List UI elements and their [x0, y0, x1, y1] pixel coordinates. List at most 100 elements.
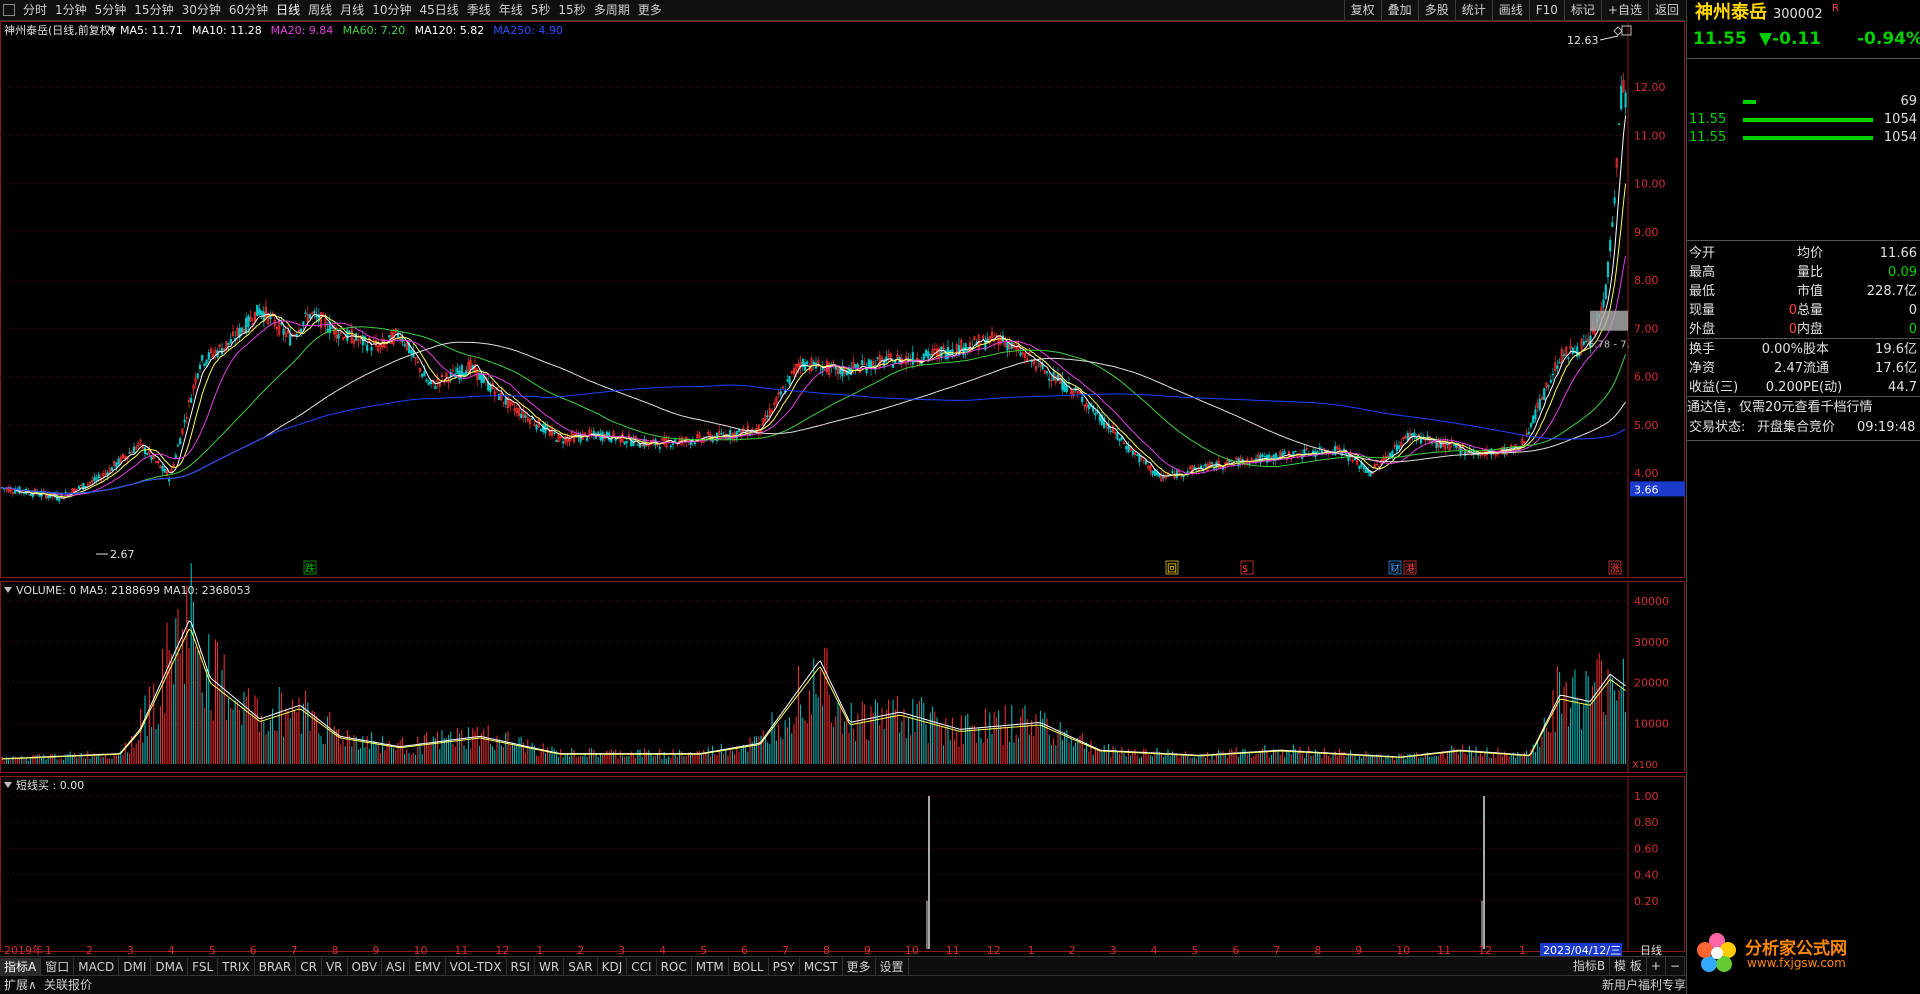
period-tab[interactable]: 45日线 [415, 0, 462, 20]
toolbar-button[interactable]: 标记 [1563, 0, 1601, 20]
stat-label: 量比 [1797, 265, 1824, 280]
indicator-tab[interactable]: CR [296, 957, 322, 976]
indicator-tab[interactable]: VR [322, 957, 348, 976]
indicator-tab[interactable]: MACD [74, 957, 120, 976]
x-axis-label: 2019年 [4, 943, 43, 956]
new-user-promo-link[interactable]: 新用户福利专享 [1602, 976, 1686, 994]
indicator-tab[interactable]: VOL-TDX [446, 957, 507, 976]
indicator-legend: 短线买 : 0.00 [16, 778, 84, 792]
period-tab[interactable]: 60分钟 [225, 0, 272, 20]
period-tab[interactable]: 5分钟 [91, 0, 131, 20]
pane-frame [0, 776, 1685, 952]
chart-labels: 12.0011.0010.009.008.007.006.005.004.00神… [4, 23, 1685, 957]
x-axis-label: 1 [536, 944, 543, 956]
indicator-tab[interactable]: 设置 [876, 957, 909, 976]
event-marker[interactable]: 跌 [305, 562, 315, 575]
window-menu-icon[interactable] [3, 4, 15, 16]
period-tab[interactable]: 多周期 [590, 0, 634, 20]
indicator-tab[interactable]: RSI [507, 957, 536, 976]
period-tab[interactable]: 10分钟 [368, 0, 415, 20]
stat-row: 净资 2.47 流通 17.6亿 [1687, 359, 1920, 378]
candle-body [1041, 363, 1044, 370]
candle-body [1584, 340, 1588, 343]
diamond-icon[interactable] [1613, 26, 1623, 36]
indicator-tab[interactable]: 窗口 [41, 957, 75, 976]
toolbar-button[interactable]: 统计 [1454, 0, 1492, 20]
toolbar-button[interactable]: 叠加 [1380, 0, 1418, 20]
indicator-tab[interactable]: OBV [348, 957, 383, 976]
indicator-tabs: 指标A 窗口 MACD DMI DMA FSL TRIX BRAR CR VR OBV ASI EMV V… [0, 956, 1685, 976]
toolbar-button[interactable]: 多股 [1417, 0, 1455, 20]
candle-body [95, 477, 98, 480]
indicator-tab[interactable]: MTM [692, 957, 729, 976]
toolbar-button[interactable]: F10 [1528, 0, 1564, 20]
period-tab[interactable]: 1分钟 [51, 0, 91, 20]
period-tab[interactable]: 更多 [634, 0, 666, 20]
template-tab[interactable]: − [1666, 957, 1685, 975]
indicator-tab[interactable]: PSY [769, 957, 800, 976]
indicator-tab[interactable]: BOLL [729, 957, 769, 976]
toolbar-button[interactable]: 画线 [1491, 0, 1529, 20]
legend-toggle-icon[interactable] [4, 587, 12, 593]
indicator-tab[interactable]: DMA [151, 957, 189, 976]
expand-button[interactable]: 扩展∧ [4, 976, 37, 994]
period-tab[interactable]: 月线 [336, 0, 368, 20]
order-row: 11.55 1054 [1687, 110, 1920, 129]
template-tab[interactable]: + [1647, 957, 1666, 975]
price-axis-tick: 12.00 [1634, 81, 1666, 94]
window-icon[interactable] [1621, 25, 1632, 36]
candle-body [504, 397, 507, 405]
indicator-tab[interactable]: KDJ [598, 957, 628, 976]
candle-body [876, 357, 879, 359]
toolbar-button[interactable]: 复权 [1343, 0, 1381, 20]
indicator-tab[interactable]: FSL [188, 957, 219, 976]
indicator-tab[interactable]: 指标A [0, 957, 42, 976]
period-tab[interactable]: 30分钟 [178, 0, 225, 20]
promo-text[interactable]: 通达信，仅需20元查看千档行情 [1687, 398, 1920, 417]
event-marker[interactable]: 财 [1390, 562, 1400, 575]
period-tab[interactable]: 分时 [19, 0, 51, 20]
indicator-tab[interactable]: WR [535, 957, 565, 976]
template-tab[interactable]: 指标B [1569, 957, 1611, 975]
period-tab[interactable]: 年线 [495, 0, 527, 20]
indicator-tab[interactable]: SAR [564, 957, 598, 976]
indicator-tab[interactable]: EMV [410, 957, 446, 976]
period-tab[interactable]: 15秒 [554, 0, 589, 20]
x-axis-label: 12 [987, 944, 1001, 956]
indicator-tab[interactable]: CCI [627, 957, 657, 976]
kline-chart[interactable]: 12.0011.0010.009.008.007.006.005.004.00神… [0, 21, 1685, 957]
period-tab[interactable]: 5秒 [527, 0, 555, 20]
event-marker[interactable]: 涨 [1610, 563, 1620, 575]
indicator-tab[interactable]: ROC [657, 957, 692, 976]
indicator-axis-tick: 0.60 [1634, 842, 1659, 855]
indicator-tab[interactable]: ASI [382, 957, 411, 976]
event-marker[interactable]: $ [1242, 564, 1248, 575]
candle-body [410, 349, 413, 354]
period-tab[interactable]: 15分钟 [130, 0, 177, 20]
legend-toggle-icon[interactable] [4, 782, 12, 788]
period-tab[interactable]: 日线 [272, 0, 304, 20]
toolbar-button[interactable]: +自选 [1600, 0, 1648, 20]
candle-body [132, 446, 136, 454]
template-tab[interactable]: 模 板 [1610, 957, 1647, 975]
chart-area[interactable]: 12.00 11.00 10.00 9.00 8.00 7.00 6.00 5.00 4.00 神… [0, 21, 1685, 957]
x-axis-label: 8 [823, 944, 830, 956]
indicator-tab[interactable]: DMI [119, 957, 152, 976]
period-tab[interactable]: 季线 [463, 0, 495, 20]
candle-body [1406, 432, 1409, 441]
indicator-tab[interactable]: MCST [800, 957, 843, 976]
period-tab[interactable]: 周线 [304, 0, 336, 20]
related-quotes-button[interactable]: 关联报价 [44, 976, 92, 994]
candle-body [561, 441, 565, 444]
toolbar-button[interactable]: 返回 [1647, 0, 1685, 20]
event-marker[interactable]: 港 [1405, 563, 1415, 575]
indicator-tab[interactable]: TRIX [218, 957, 255, 976]
indicator-tab[interactable]: 更多 [843, 957, 876, 976]
ma-legend-item: MA60: 7.20 [343, 24, 406, 37]
candle-body [1551, 373, 1555, 376]
candle-body [766, 415, 769, 418]
event-marker[interactable]: 回 [1167, 563, 1177, 575]
candle-body [1397, 445, 1401, 449]
indicator-tab[interactable]: BRAR [255, 957, 297, 976]
stat-label: 现量 [1689, 303, 1716, 318]
